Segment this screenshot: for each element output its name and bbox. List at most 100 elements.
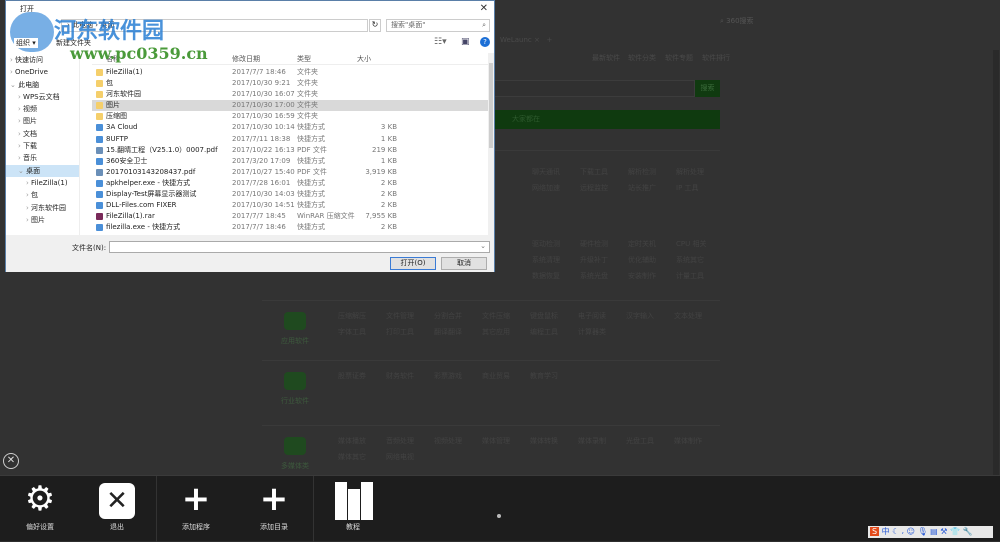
category-link[interactable]: 系统光盘 — [580, 271, 608, 281]
refresh-icon[interactable]: ↻ — [369, 19, 381, 32]
nav-pane-item[interactable]: › WPS云文档 — [6, 91, 79, 103]
col-size[interactable]: 大小 — [357, 53, 371, 65]
file-row[interactable]: 8UFTP 2017/7/11 18:38 快捷方式 1 KB — [92, 134, 488, 145]
nav-pane-item[interactable]: › 下载 — [6, 140, 79, 152]
add-directory-button[interactable]: + 添加目录 — [236, 476, 312, 542]
ime-toolbar[interactable]: S 中 ☾ ⸴ ☺ 🎙 ▤ ⚒ 👕 🔧 — [868, 526, 993, 538]
help-icon[interactable]: ? — [480, 37, 490, 47]
preview-pane-icon[interactable]: ▣ — [461, 37, 470, 47]
nav-pane-item[interactable]: › 快速访问 — [6, 54, 79, 66]
category-link[interactable]: 商业贸易 — [482, 371, 510, 381]
category-link[interactable]: 系统清理 — [532, 255, 560, 265]
category-link[interactable]: 音频处理 — [386, 436, 414, 446]
nav-pane-item[interactable]: › 视频 — [6, 103, 79, 115]
category-link[interactable]: 文件管理 — [386, 311, 414, 321]
category-link[interactable]: 硬件检测 — [580, 239, 608, 249]
cancel-button[interactable]: 取消 — [441, 257, 487, 270]
category-link[interactable]: 彩票游戏 — [434, 371, 462, 381]
category-link[interactable]: 键盘鼠标 — [530, 311, 558, 321]
file-row[interactable]: 河东软件园 2017/10/30 16:07 文件夹 — [92, 89, 488, 100]
category-link[interactable]: 字体工具 — [338, 327, 366, 337]
file-row[interactable]: FileZilla(1) 2017/7/7 18:46 文件夹 — [92, 67, 488, 78]
file-row[interactable]: filezilla.exe - 快捷方式 2017/7/7 18:46 快捷方式 2 … — [92, 222, 488, 233]
file-row[interactable]: 包 2017/10/30 9:21 文件夹 — [92, 78, 488, 89]
site-search-input[interactable] — [490, 80, 695, 97]
category-link[interactable]: 定时关机 — [628, 239, 656, 249]
category-link[interactable]: 文件压缩 — [482, 311, 510, 321]
file-row[interactable]: 图片 2017/10/30 17:00 文件夹 — [92, 100, 488, 112]
category-link[interactable]: 电子阅读 — [578, 311, 606, 321]
category-link[interactable]: 股票证券 — [338, 371, 366, 381]
nav-link[interactable]: 软件专题 — [665, 53, 693, 63]
category-link[interactable]: 翻译翻译 — [434, 327, 462, 337]
preferences-button[interactable]: ⚙ 偏好设置 — [2, 476, 78, 542]
category-link[interactable]: 媒体其它 — [338, 452, 366, 462]
browser-tab[interactable]: WeLaunc × + — [500, 36, 552, 44]
file-row[interactable]: FileZilla(1).rar 2017/7/7 18:45 WinRAR 压缩文… — [92, 211, 488, 222]
browser-scrollbar[interactable] — [993, 50, 999, 540]
category-link[interactable]: 解析处理 — [676, 167, 704, 177]
tutorial-button[interactable]: 教程 — [315, 476, 391, 542]
category-label[interactable]: 行业软件 — [281, 396, 309, 406]
nav-link[interactable]: 软件排行 — [702, 53, 730, 63]
search-input[interactable]: 搜索"桌面" ⌕ — [386, 19, 490, 32]
col-type[interactable]: 类型 — [297, 53, 311, 65]
nav-pane-item[interactable]: › 图片 — [6, 115, 79, 127]
category-label[interactable]: 应用软件 — [281, 336, 309, 346]
exit-button[interactable]: ✕ 退出 — [79, 476, 155, 542]
category-link[interactable]: 汉字输入 — [626, 311, 654, 321]
file-row[interactable]: 3A Cloud 2017/10/30 10:14 快捷方式 3 KB — [92, 122, 488, 133]
ime-mode[interactable]: 中 — [882, 527, 890, 536]
category-link[interactable]: 计量工具 — [676, 271, 704, 281]
category-label[interactable]: 多媒体类 — [281, 461, 309, 471]
nav-pane-item[interactable]: › 包 — [6, 189, 79, 201]
file-row[interactable]: DLL-Files.com FIXER 2017/10/30 14:51 快捷方式 2… — [92, 200, 488, 211]
category-link[interactable]: 网络电视 — [386, 452, 414, 462]
add-program-button[interactable]: + 添加程序 — [158, 476, 234, 542]
file-row[interactable]: apkhelper.exe - 快捷方式 2017/7/28 16:01 快捷方式 2… — [92, 178, 488, 189]
category-link[interactable]: 媒体播放 — [338, 436, 366, 446]
file-row[interactable]: 360安全卫士 2017/3/20 17:09 快捷方式 1 KB — [92, 156, 488, 167]
category-link[interactable]: 计算器类 — [578, 327, 606, 337]
close-icon[interactable]: ✕ — [480, 3, 488, 14]
category-link[interactable]: IP 工具 — [676, 183, 699, 193]
category-link[interactable]: 升级补丁 — [580, 255, 608, 265]
category-link[interactable]: 驱动检测 — [532, 239, 560, 249]
browser-search-box[interactable]: ⌕ 360搜索 — [720, 16, 950, 26]
category-link[interactable]: 光盘工具 — [626, 436, 654, 446]
category-link[interactable]: CPU 相关 — [676, 239, 706, 249]
category-link[interactable]: 教育学习 — [530, 371, 558, 381]
nav-pane-item[interactable]: › 图片 — [6, 214, 79, 226]
category-link[interactable]: 优化辅助 — [628, 255, 656, 265]
category-link[interactable]: 安装制作 — [628, 271, 656, 281]
category-link[interactable]: 财务软件 — [386, 371, 414, 381]
nav-pane-item[interactable]: › 河东软件园 — [6, 202, 79, 214]
nav-pane-item[interactable]: › 文档 — [6, 128, 79, 140]
nav-pane-item[interactable]: ⌄ 此电脑 — [6, 79, 79, 91]
category-link[interactable]: 编程工具 — [530, 327, 558, 337]
category-link[interactable]: 分割合并 — [434, 311, 462, 321]
nav-pane-item[interactable]: › OneDrive — [6, 66, 79, 78]
category-link[interactable]: 解析检测 — [628, 167, 656, 177]
chevron-down-icon[interactable]: ⌄ — [480, 242, 489, 250]
file-row[interactable]: 20170103143208437.pdf 2017/10/27 15:40 PDF… — [92, 167, 488, 178]
page-indicator[interactable] — [497, 514, 501, 518]
nav-pane-item[interactable]: › FileZilla(1) — [6, 177, 79, 189]
nav-link[interactable]: 最新软件 — [592, 53, 620, 63]
category-link[interactable]: 数据恢复 — [532, 271, 560, 281]
category-link[interactable]: 下载工具 — [580, 167, 608, 177]
category-link[interactable]: 打印工具 — [386, 327, 414, 337]
nav-link[interactable]: 软件分类 — [628, 53, 656, 63]
file-row[interactable]: 压缩图 2017/10/30 16:59 文件夹 — [92, 111, 488, 122]
category-link[interactable]: 聊天通讯 — [532, 167, 560, 177]
category-link[interactable]: 视频处理 — [434, 436, 462, 446]
category-link[interactable]: 站长推广 — [628, 183, 656, 193]
category-link[interactable]: 媒体管理 — [482, 436, 510, 446]
category-link[interactable]: 文本处理 — [674, 311, 702, 321]
category-link[interactable]: 远程监控 — [580, 183, 608, 193]
category-link[interactable]: 媒体制作 — [674, 436, 702, 446]
category-link[interactable]: 网络加速 — [532, 183, 560, 193]
category-link[interactable]: 其它应用 — [482, 327, 510, 337]
category-link[interactable]: 压缩解压 — [338, 311, 366, 321]
col-date[interactable]: 修改日期 — [232, 53, 260, 65]
